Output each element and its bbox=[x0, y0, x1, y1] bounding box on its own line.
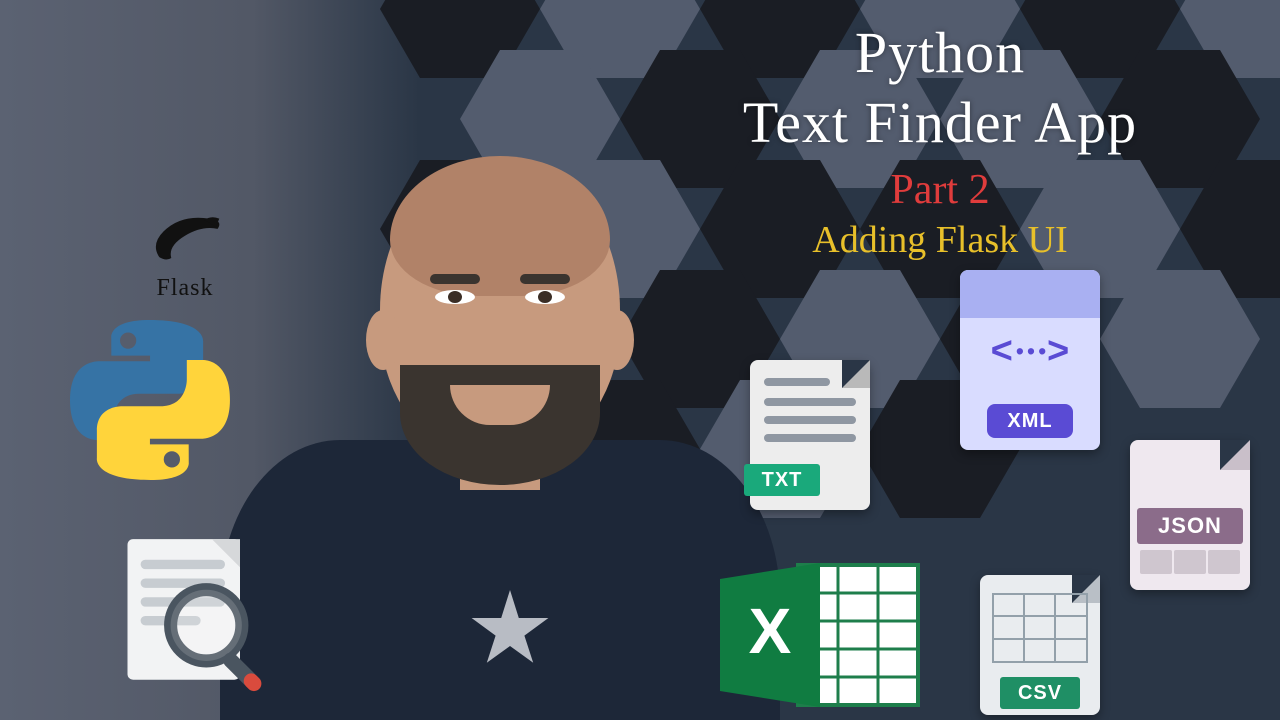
xml-badge: XML bbox=[987, 404, 1073, 438]
excel-file-icon: X bbox=[720, 555, 930, 715]
flask-label: Flask bbox=[140, 275, 230, 302]
txt-badge: TXT bbox=[744, 464, 820, 496]
python-icon bbox=[70, 320, 230, 480]
json-file-icon: JSON bbox=[1130, 440, 1250, 590]
json-badge: JSON bbox=[1137, 508, 1243, 544]
flask-icon: Flask bbox=[140, 210, 230, 302]
presenter-photo bbox=[260, 160, 760, 720]
csv-file-icon: CSV bbox=[980, 575, 1100, 715]
search-document-icon bbox=[120, 535, 270, 695]
svg-text:X: X bbox=[749, 595, 792, 667]
csv-badge: CSV bbox=[1000, 677, 1080, 709]
xml-file-icon: <•••> XML bbox=[960, 270, 1100, 450]
txt-file-icon: TXT bbox=[750, 360, 870, 510]
